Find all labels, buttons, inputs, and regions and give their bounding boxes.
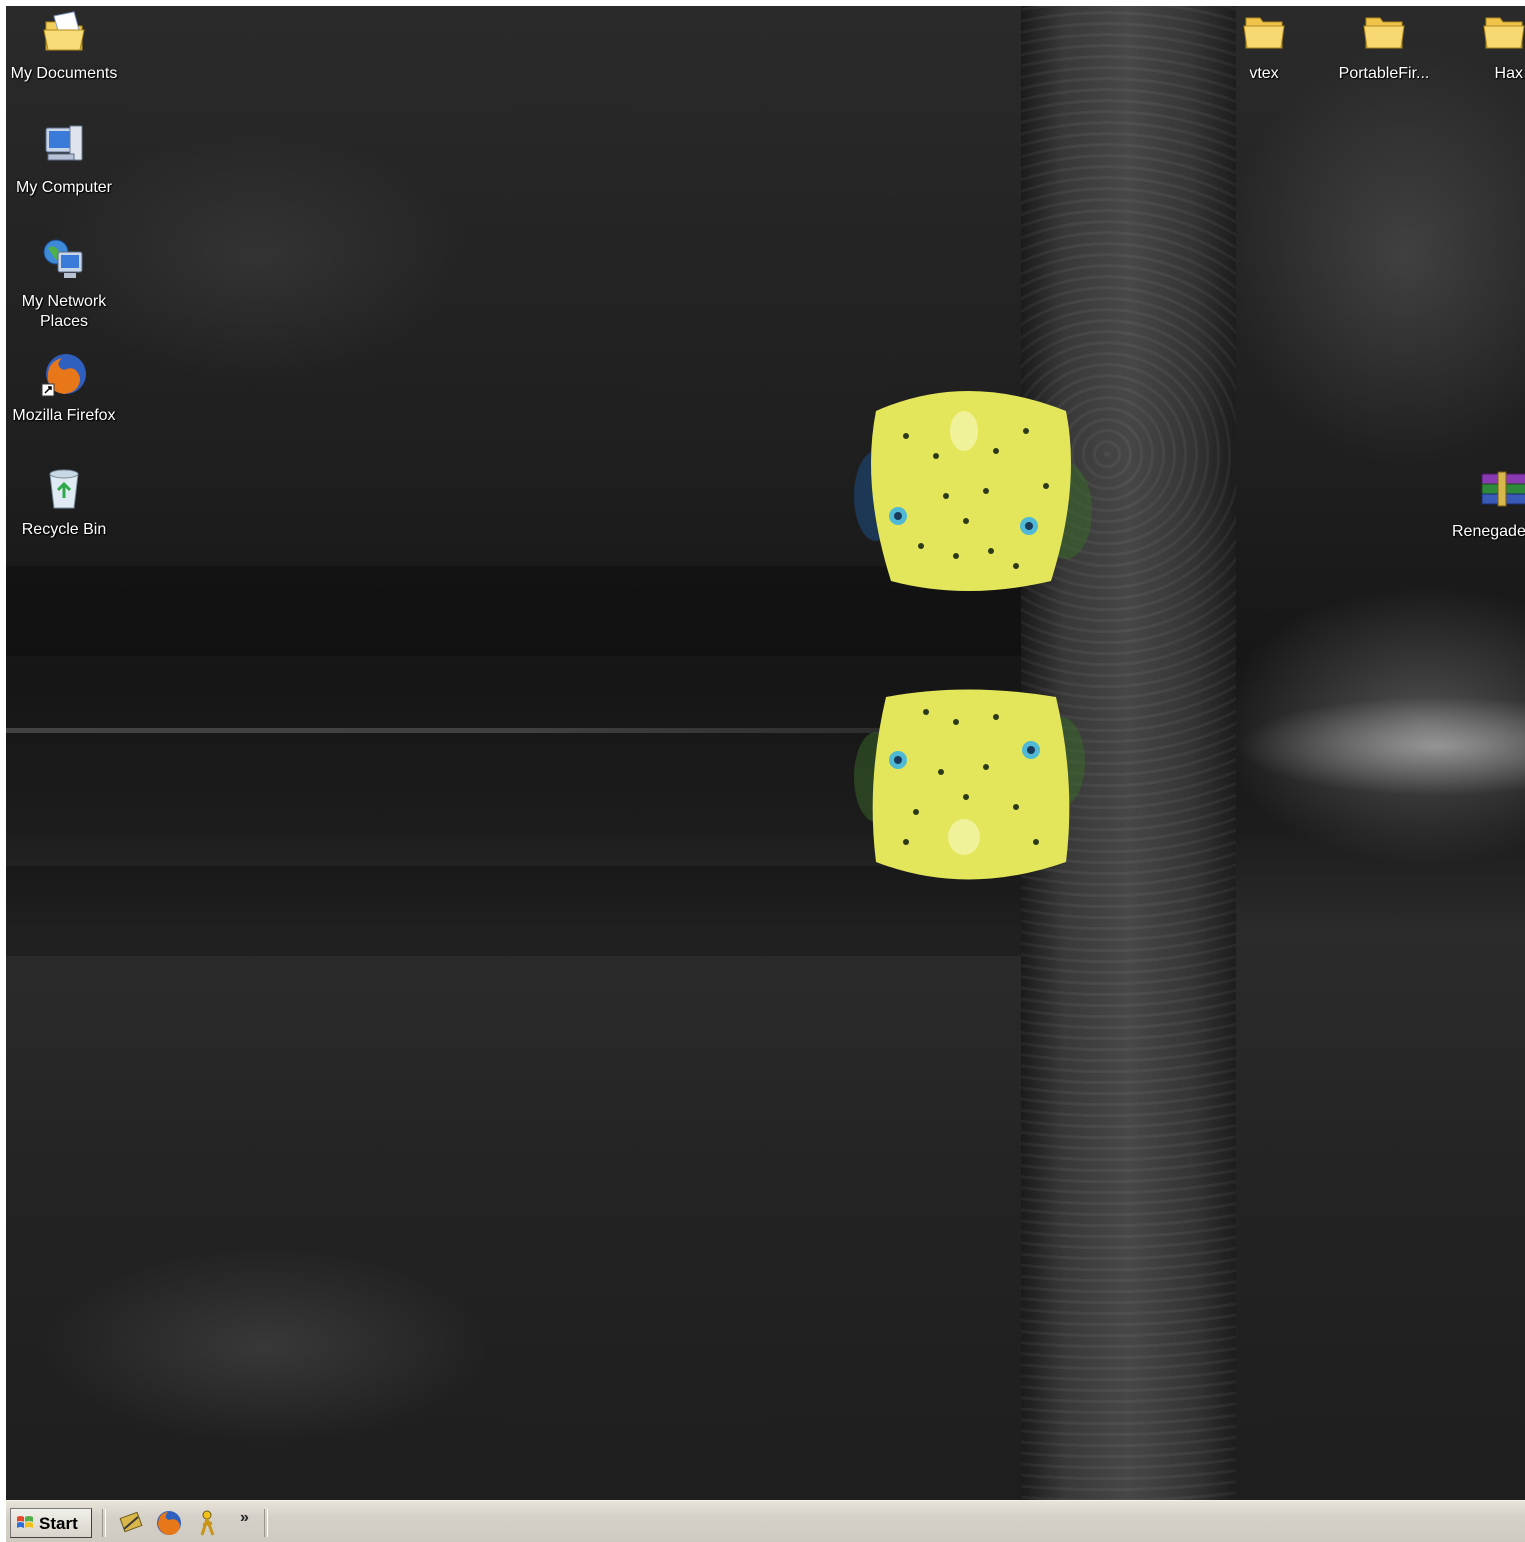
icon-label: Mozilla Firefox — [12, 407, 116, 424]
desktop-icon-portablefirefox[interactable]: PortableFir... — [1326, 8, 1442, 84]
desktop-icon-renegade[interactable]: Renegade — [1446, 466, 1525, 542]
desktop-icon-my-computer[interactable]: My Computer — [6, 122, 122, 198]
quick-launch-overflow-button[interactable]: » — [240, 1509, 249, 1527]
start-button[interactable]: Start — [10, 1508, 92, 1538]
desktop-wallpaper: My Documents My Computer My Network Plac… — [6, 6, 1525, 1500]
icon-label: vtex — [1249, 65, 1279, 82]
icon-label: My Network Places — [21, 293, 107, 330]
network-places-icon — [40, 236, 88, 284]
taskbar-separator — [264, 1509, 268, 1537]
windows-logo-icon — [17, 1516, 33, 1528]
my-computer-icon — [40, 122, 88, 170]
folder-icon — [1360, 8, 1408, 56]
firefox-icon[interactable] — [154, 1509, 184, 1537]
desktop-icon-my-documents[interactable]: My Documents — [6, 8, 122, 84]
boxfish-image — [854, 391, 1092, 591]
show-desktop-icon[interactable] — [116, 1509, 146, 1537]
desktop-icon-mozilla-firefox[interactable]: Mozilla Firefox — [6, 350, 122, 426]
icon-label: My Documents — [10, 65, 118, 82]
boxfish-reflection-image — [854, 689, 1085, 880]
icon-label: PortableFir... — [1338, 65, 1430, 82]
icon-label: Hax — [1494, 65, 1523, 82]
icon-label: Recycle Bin — [21, 521, 107, 538]
taskbar: Start » — [6, 1500, 1525, 1542]
icon-label: My Computer — [15, 179, 113, 196]
firefox-icon — [40, 350, 88, 398]
winrar-archive-icon — [1478, 466, 1525, 514]
recycle-bin-icon — [40, 464, 88, 512]
desktop-icon-recycle-bin[interactable]: Recycle Bin — [6, 464, 122, 540]
folder-icon — [1480, 8, 1525, 56]
wallpaper-glow — [1236, 696, 1525, 796]
desktop-icon-vtex[interactable]: vtex — [1206, 8, 1322, 84]
aim-icon[interactable] — [192, 1509, 222, 1537]
my-documents-icon — [40, 8, 88, 56]
desktop-icon-hax[interactable]: Hax — [1446, 8, 1525, 84]
icon-label: Renegade — [1452, 523, 1525, 540]
taskbar-separator — [102, 1509, 106, 1537]
folder-icon — [1240, 8, 1288, 56]
desktop-icon-network-places[interactable]: My Network Places — [6, 236, 122, 332]
start-label: Start — [39, 1514, 78, 1533]
